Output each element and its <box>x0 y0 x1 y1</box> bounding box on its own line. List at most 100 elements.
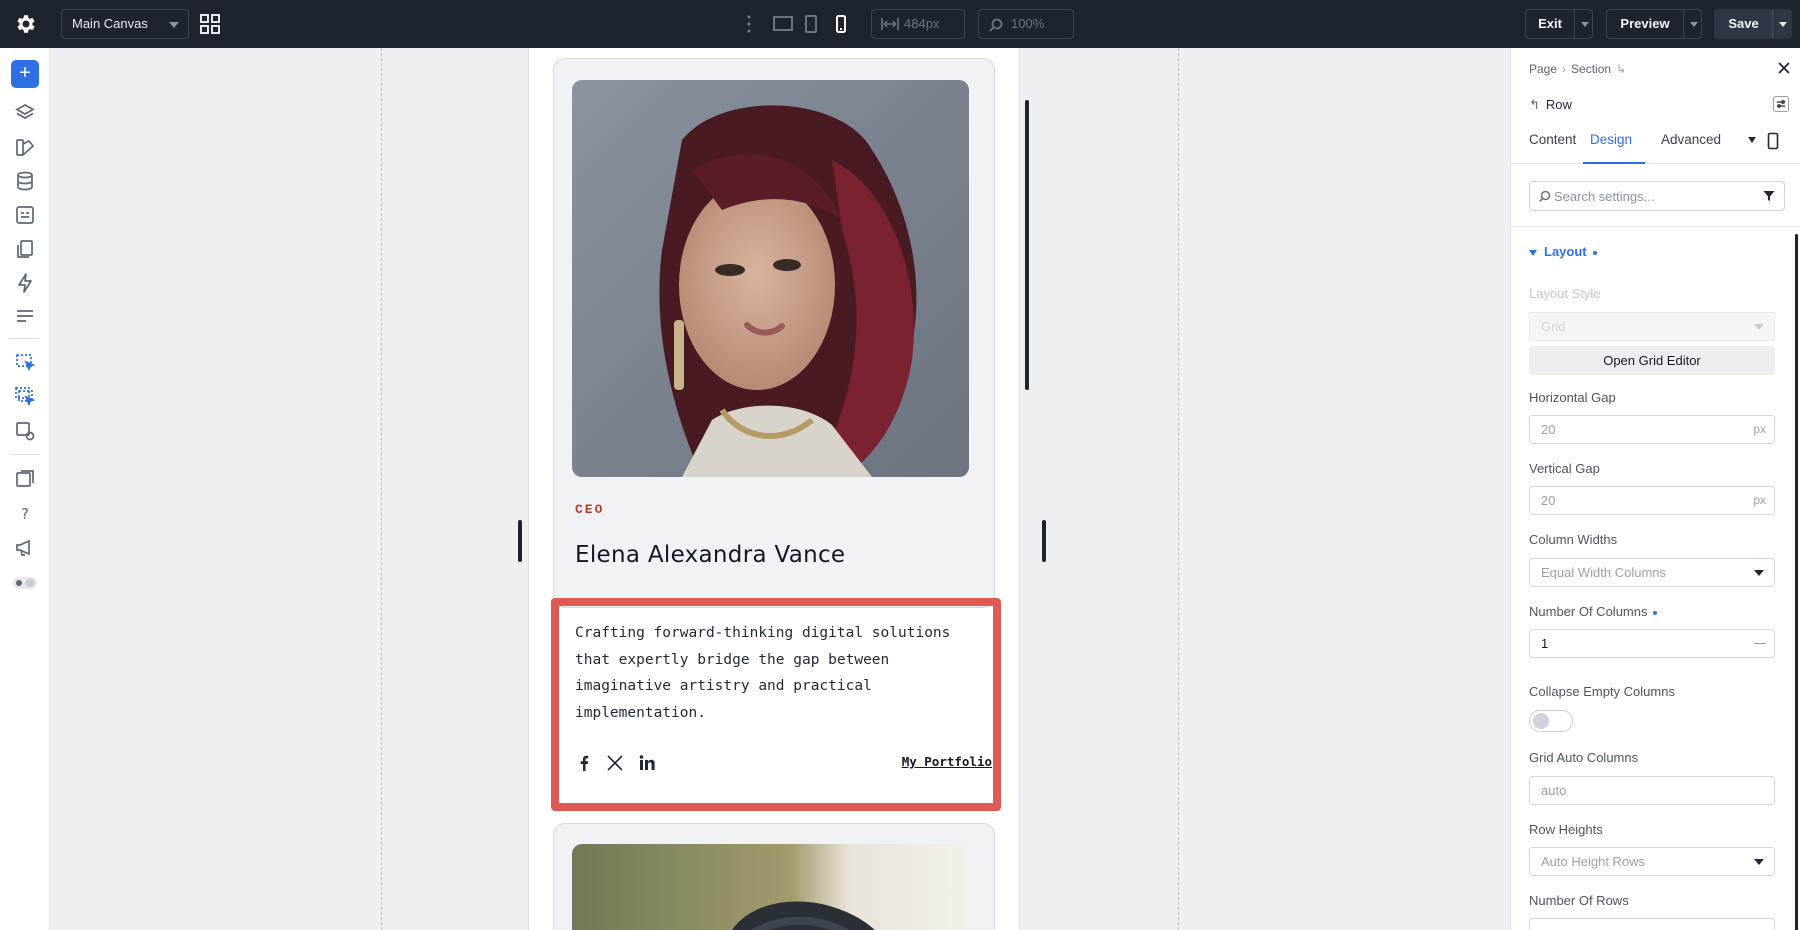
svg-text:?: ? <box>21 505 29 523</box>
add-element-button[interactable]: + <box>11 60 39 88</box>
chevron-down-icon <box>1754 570 1764 576</box>
more-tabs-caret-icon[interactable] <box>1748 137 1756 143</box>
vertical-gap-input[interactable]: 20 px <box>1529 486 1775 515</box>
left-sidebar: + ? <box>0 48 50 930</box>
tab-content[interactable]: Content <box>1529 130 1576 150</box>
layers-icon[interactable] <box>14 102 36 124</box>
linkedin-icon[interactable] <box>638 754 656 772</box>
canvas-select-value: Main Canvas <box>72 16 148 31</box>
desktop-view-icon[interactable] <box>773 14 793 34</box>
design-presets-icon[interactable] <box>14 136 36 158</box>
column-widths-label: Column Widths <box>1529 532 1618 547</box>
pages-icon[interactable] <box>14 238 36 260</box>
breadcrumb-page[interactable]: Page <box>1529 62 1557 76</box>
template-settings-icon[interactable] <box>14 420 36 442</box>
grid-layout-icon[interactable] <box>199 13 221 35</box>
expanded-caret-icon <box>1529 249 1537 256</box>
clear-icon[interactable] <box>1754 643 1766 644</box>
search-icon <box>1538 190 1551 203</box>
preview-caret-icon[interactable] <box>1690 22 1698 27</box>
settings-panel: Page › Section ↳ ↰ Row Content Design Advanc… <box>1510 48 1800 930</box>
rail-divider <box>10 454 40 455</box>
phone-preview-icon[interactable] <box>1767 132 1779 150</box>
number-of-rows-input[interactable] <box>1529 918 1775 930</box>
facebook-icon[interactable] <box>575 754 593 772</box>
phone-view-icon[interactable] <box>833 14 849 34</box>
close-icon[interactable] <box>1777 61 1791 75</box>
save-caret-icon[interactable] <box>1779 22 1787 27</box>
theme-toggle-icon[interactable] <box>12 572 38 594</box>
tablet-view-icon[interactable] <box>803 14 819 34</box>
preview-split-divider <box>1683 10 1684 38</box>
modified-indicator-icon <box>1592 250 1597 255</box>
horizontal-gap-unit[interactable]: px <box>1753 416 1766 443</box>
lightning-icon[interactable] <box>14 272 36 294</box>
number-of-columns-label-text: Number Of Columns <box>1529 604 1648 619</box>
more-vertical-icon[interactable] <box>747 14 751 34</box>
row-heights-value: Auto Height Rows <box>1541 854 1646 869</box>
exit-caret-icon[interactable] <box>1581 22 1589 27</box>
megaphone-icon[interactable] <box>14 536 36 558</box>
filter-icon[interactable] <box>1763 190 1775 202</box>
settings-sliders-icon[interactable] <box>1773 96 1789 112</box>
breadcrumb-section[interactable]: Section <box>1571 62 1611 76</box>
row-heights-select[interactable]: Auto Height Rows <box>1529 847 1775 876</box>
element-title: ↰ Row <box>1529 97 1572 113</box>
horizontal-gap-value: 20 <box>1541 422 1556 437</box>
number-of-columns-label: Number Of Columns <box>1529 604 1658 619</box>
resize-handle-left[interactable] <box>518 520 522 562</box>
back-arrow-icon[interactable]: ↰ <box>1529 97 1540 112</box>
column-widths-value: Equal Width Columns <box>1541 565 1666 580</box>
column-widths-select[interactable]: Equal Width Columns <box>1529 558 1775 587</box>
exit-button[interactable]: Exit <box>1525 9 1593 39</box>
canvas-select[interactable]: Main Canvas <box>61 9 189 39</box>
team-member-bio: Crafting forward-thinking digital soluti… <box>575 625 951 721</box>
modified-indicator-icon <box>1653 610 1658 615</box>
layout-section-toggle[interactable]: Layout <box>1529 244 1597 259</box>
panel-scrollbar[interactable] <box>1795 234 1798 930</box>
save-split-divider <box>1772 10 1773 38</box>
chevron-down-icon <box>169 22 179 28</box>
vertical-gap-unit[interactable]: px <box>1753 487 1766 514</box>
builder-canvas: CEO Elena Alexandra Vance Crafting forwa… <box>50 48 1510 930</box>
select-element-icon[interactable] <box>14 352 36 374</box>
preview-button[interactable]: Preview <box>1606 9 1702 39</box>
scroll-handle[interactable] <box>1025 100 1029 390</box>
canvas-width-value: 484px <box>904 16 940 31</box>
number-of-columns-input[interactable]: 1 <box>1529 629 1775 658</box>
vertical-gap-value: 20 <box>1541 493 1556 508</box>
breadcrumb: Page › Section ↳ <box>1529 62 1631 76</box>
exit-label: Exit <box>1538 16 1562 31</box>
team-member-role: CEO <box>575 502 605 517</box>
help-icon[interactable]: ? <box>14 502 36 524</box>
multi-select-icon[interactable] <box>14 386 36 408</box>
settings-gear-icon[interactable] <box>14 12 38 36</box>
collapse-empty-columns-toggle[interactable] <box>1529 710 1573 732</box>
horizontal-gap-input[interactable]: 20 px <box>1529 415 1775 444</box>
form-icon[interactable] <box>14 204 36 226</box>
canvas-width-field[interactable]: 484px <box>871 9 965 39</box>
list-icon[interactable] <box>14 306 36 328</box>
number-of-columns-value: 1 <box>1541 636 1549 651</box>
preview-label: Preview <box>1620 16 1670 31</box>
open-grid-editor-button[interactable]: Open Grid Editor <box>1529 346 1775 375</box>
exit-split-divider <box>1574 10 1575 38</box>
database-icon[interactable] <box>14 170 36 192</box>
grid-auto-columns-input[interactable]: auto <box>1529 776 1775 805</box>
save-button[interactable]: Save <box>1714 9 1792 39</box>
rail-divider <box>10 338 40 339</box>
layout-style-select: Grid <box>1529 312 1775 341</box>
profile-photo <box>572 844 969 930</box>
element-name: Row <box>1545 97 1572 112</box>
portfolio-link[interactable]: My Portfolio <box>902 754 992 769</box>
x-twitter-icon[interactable] <box>606 754 624 772</box>
search-input[interactable] <box>1554 187 1744 205</box>
tab-design[interactable]: Design <box>1590 130 1632 150</box>
breadcrumb-separator: › <box>1562 62 1567 76</box>
save-label: Save <box>1728 16 1759 31</box>
library-icon[interactable] <box>14 468 36 490</box>
zoom-field[interactable]: 100% <box>978 9 1074 39</box>
tab-advanced[interactable]: Advanced <box>1661 130 1721 150</box>
resize-handle-right[interactable] <box>1042 520 1046 562</box>
settings-search[interactable] <box>1529 181 1785 211</box>
